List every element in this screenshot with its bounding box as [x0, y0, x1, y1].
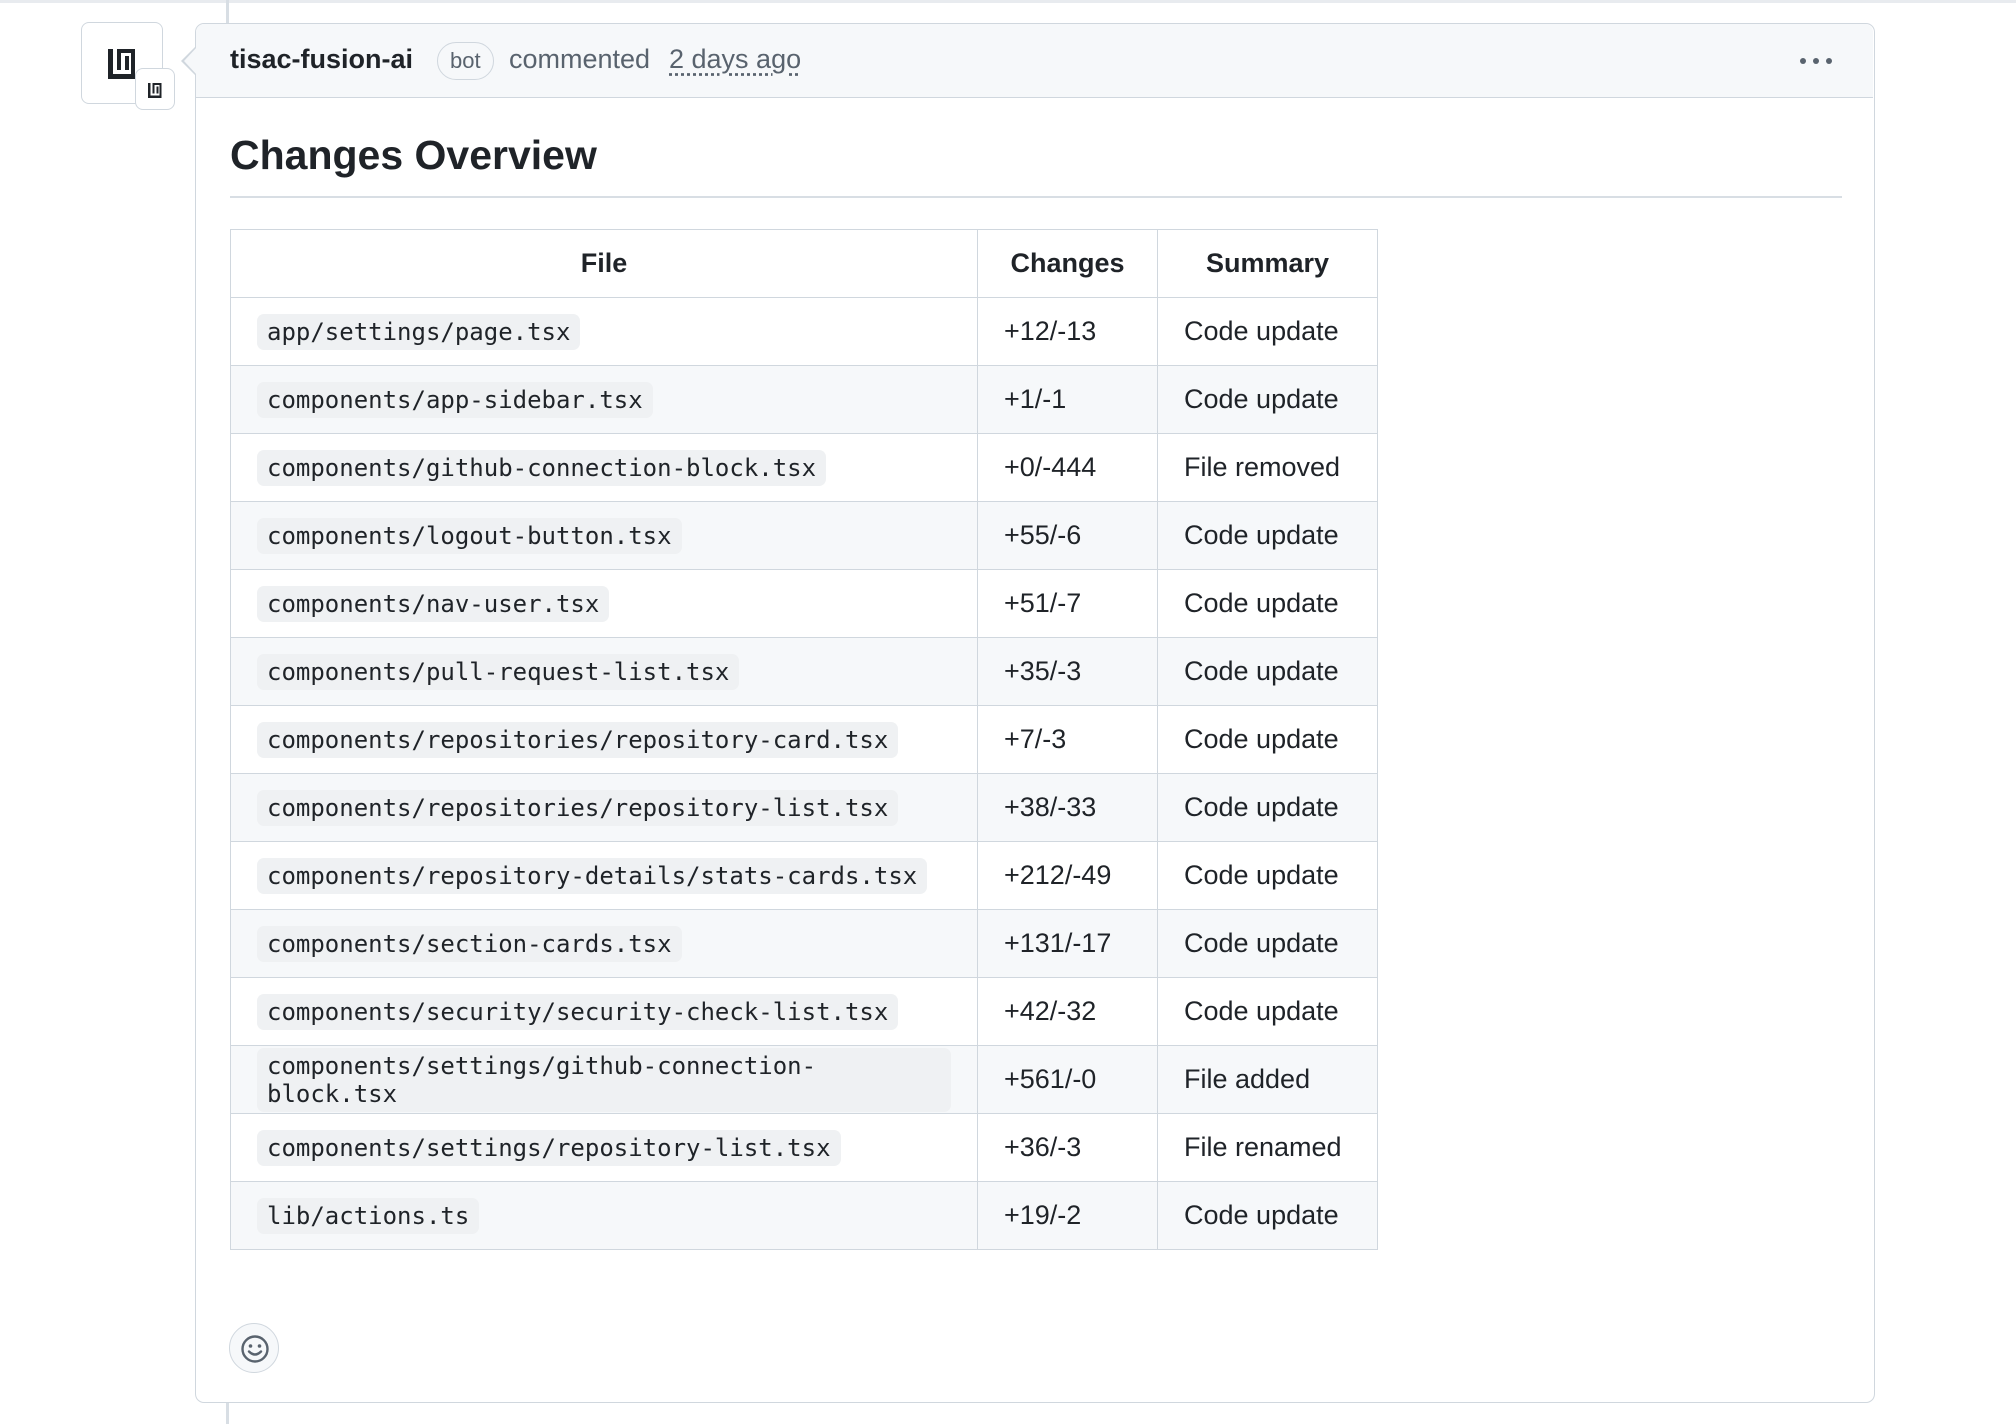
table-row: components/settings/repository-list.tsx +…: [230, 1113, 1378, 1182]
file-path: components/settings/github-connection-bl…: [257, 1047, 951, 1112]
file-path: components/repositories/repository-list.…: [257, 789, 899, 826]
changes-cell: +131/-17: [977, 909, 1158, 978]
file-path: components/repositories/repository-card.…: [257, 721, 899, 758]
table-row: components/logout-button.tsx +55/-6 Code u…: [230, 501, 1378, 570]
comment-action-text: commented: [509, 44, 651, 74]
section-heading: Changes Overview: [230, 132, 597, 178]
summary-cell: Code update: [1157, 297, 1378, 366]
table-row: components/settings/github-connection-bl…: [230, 1045, 1378, 1114]
table-row: lib/actions.ts +19/-2 Code update: [230, 1181, 1378, 1250]
bot-badge: bot: [437, 42, 494, 80]
summary-cell: Code update: [1157, 1181, 1378, 1250]
changes-cell: +0/-444: [977, 433, 1158, 502]
file-cell: components/nav-user.tsx: [230, 569, 978, 638]
column-header-changes: Changes: [977, 229, 1158, 298]
file-cell: components/settings/repository-list.tsx: [230, 1113, 978, 1182]
summary-cell: File added: [1157, 1045, 1378, 1114]
table-header-row: File Changes Summary: [230, 229, 1378, 298]
tisac-logo-icon: [108, 49, 135, 79]
tisac-logo-small-icon: [148, 83, 162, 98]
file-cell: components/repositories/repository-list.…: [230, 773, 978, 842]
changes-cell: +7/-3: [977, 705, 1158, 774]
file-cell: components/security/security-check-list.…: [230, 977, 978, 1046]
summary-cell: Code update: [1157, 705, 1378, 774]
summary-cell: Code update: [1157, 977, 1378, 1046]
column-header-summary: Summary: [1157, 229, 1378, 298]
summary-cell: Code update: [1157, 773, 1378, 842]
file-cell: components/logout-button.tsx: [230, 501, 978, 570]
changes-cell: +561/-0: [977, 1045, 1158, 1114]
file-cell: components/app-sidebar.tsx: [230, 365, 978, 434]
file-cell: components/github-connection-block.tsx: [230, 433, 978, 502]
file-cell: components/pull-request-list.tsx: [230, 637, 978, 706]
add-reaction-button[interactable]: [229, 1323, 279, 1373]
comment-header: tisac-fusion-ai bot commented 2 days ago: [196, 24, 1873, 98]
timestamp-link[interactable]: 2 days ago: [669, 44, 801, 75]
file-cell: lib/actions.ts: [230, 1181, 978, 1250]
changes-cell: +51/-7: [977, 569, 1158, 638]
summary-cell: Code update: [1157, 909, 1378, 978]
changes-cell: +36/-3: [977, 1113, 1158, 1182]
summary-cell: Code update: [1157, 569, 1378, 638]
author-link[interactable]: tisac-fusion-ai: [230, 44, 413, 75]
changes-cell: +55/-6: [977, 501, 1158, 570]
changes-cell: +35/-3: [977, 637, 1158, 706]
table-row: components/security/security-check-list.…: [230, 977, 1378, 1046]
kebab-horizontal-icon: [1800, 58, 1806, 64]
changes-cell: +19/-2: [977, 1181, 1158, 1250]
changes-cell: +38/-33: [977, 773, 1158, 842]
file-path: app/settings/page.tsx: [257, 313, 581, 350]
comment-caret-fill: [184, 47, 197, 75]
top-divider: [0, 0, 2016, 3]
file-path: components/security/security-check-list.…: [257, 993, 899, 1030]
table-row: components/repositories/repository-list.…: [230, 773, 1378, 842]
more-actions-button[interactable]: [1792, 46, 1842, 76]
changes-cell: +212/-49: [977, 841, 1158, 910]
table-row: components/nav-user.tsx +51/-7 Code update: [230, 569, 1378, 638]
table-row: components/app-sidebar.tsx +1/-1 Code upda…: [230, 365, 1378, 434]
file-cell: components/repositories/repository-card.…: [230, 705, 978, 774]
changes-table: File Changes Summary app/settings/page.t…: [230, 229, 1378, 1250]
app-badge: [135, 68, 175, 110]
changes-cell: +12/-13: [977, 297, 1158, 366]
changes-cell: +42/-32: [977, 977, 1158, 1046]
file-cell: app/settings/page.tsx: [230, 297, 978, 366]
summary-cell: Code update: [1157, 501, 1378, 570]
file-cell: components/repository-details/stats-card…: [230, 841, 978, 910]
summary-cell: Code update: [1157, 365, 1378, 434]
kebab-dot: [1826, 58, 1832, 64]
column-header-file: File: [230, 229, 978, 298]
changes-cell: +1/-1: [977, 365, 1158, 434]
table-row: components/repositories/repository-card.…: [230, 705, 1378, 774]
summary-cell: File renamed: [1157, 1113, 1378, 1182]
file-path: components/section-cards.tsx: [257, 925, 682, 962]
summary-cell: Code update: [1157, 841, 1378, 910]
kebab-dot: [1813, 58, 1819, 64]
table-row: components/repository-details/stats-card…: [230, 841, 1378, 910]
summary-cell: Code update: [1157, 637, 1378, 706]
file-path: components/logout-button.tsx: [257, 517, 682, 554]
table-row: components/section-cards.tsx +131/-17 Code…: [230, 909, 1378, 978]
smiley-icon: [241, 1335, 269, 1363]
file-path: lib/actions.ts: [257, 1197, 480, 1234]
file-cell: components/settings/github-connection-bl…: [230, 1045, 978, 1114]
comment-card: tisac-fusion-ai bot commented 2 days ago…: [195, 23, 1875, 1403]
file-path: components/app-sidebar.tsx: [257, 381, 653, 418]
file-cell: components/section-cards.tsx: [230, 909, 978, 978]
table-row: components/pull-request-list.tsx +35/-3 Co…: [230, 637, 1378, 706]
table-row: components/github-connection-block.tsx +0…: [230, 433, 1378, 502]
file-path: components/github-connection-block.tsx: [257, 449, 827, 486]
file-path: components/pull-request-list.tsx: [257, 653, 740, 690]
file-path: components/repository-details/stats-card…: [257, 857, 928, 894]
summary-cell: File removed: [1157, 433, 1378, 502]
file-path: components/settings/repository-list.tsx: [257, 1129, 841, 1166]
heading-divider: [230, 196, 1842, 198]
table-row: app/settings/page.tsx +12/-13 Code update: [230, 297, 1378, 366]
file-path: components/nav-user.tsx: [257, 585, 610, 622]
